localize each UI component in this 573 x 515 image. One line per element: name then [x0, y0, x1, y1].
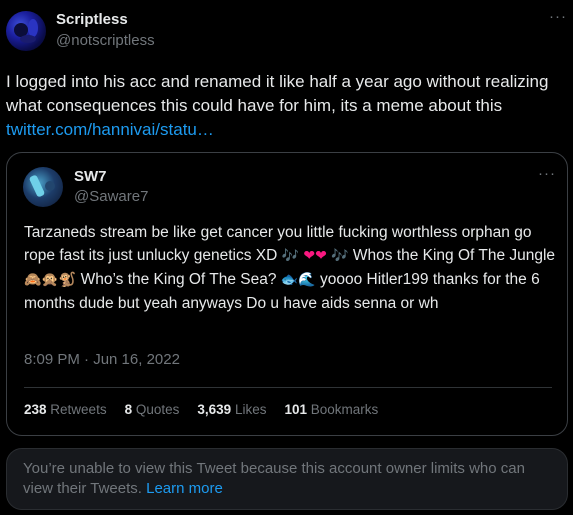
likes-count: 3,639	[197, 402, 232, 417]
avatar-shape	[28, 174, 46, 198]
quote-author-avatar[interactable]	[23, 167, 63, 207]
fish-wave-icon: 🐟🌊	[280, 272, 316, 288]
quote-text-part: Who’s the King Of The Sea?	[76, 271, 281, 288]
likes-stat[interactable]: 3,639 Likes	[197, 402, 266, 417]
quote-text-part: Whos the King Of The Jungle	[348, 247, 556, 264]
avatar-shape	[20, 35, 36, 43]
notice-text: You’re unable to view this Tweet because…	[23, 459, 553, 499]
tweet-body: I logged into his acc and renamed it lik…	[6, 72, 549, 115]
quote-author-name[interactable]: SW7	[74, 168, 107, 185]
quote-timestamp[interactable]: 8:09 PM · Jun 16, 2022	[24, 351, 180, 368]
music-notes-icon: 🎶	[331, 248, 349, 264]
quote-stats: 238 Retweets 8 Quotes 3,639 Likes 101 Bo…	[24, 402, 396, 417]
avatar-shape	[45, 181, 55, 191]
divider	[24, 387, 552, 388]
quoted-tweet[interactable]: SW7 @Saware7 ··· Tarzaneds stream be lik…	[6, 152, 568, 436]
bookmarks-stat[interactable]: 101 Bookmarks	[284, 402, 378, 417]
quotes-stat[interactable]: 8 Quotes	[125, 402, 180, 417]
music-notes-icon: 🎶	[281, 248, 300, 264]
bookmarks-count: 101	[284, 402, 307, 417]
tweet-text: I logged into his acc and renamed it lik…	[6, 70, 566, 142]
more-options-icon[interactable]: ···	[549, 8, 567, 25]
likes-label: Likes	[234, 402, 267, 417]
learn-more-link[interactable]: Learn more	[146, 480, 223, 497]
red-hearts-icon: ❤❤	[303, 248, 327, 264]
quotes-count: 8	[124, 402, 133, 417]
monkeys-icon: 🙈🙊🐒	[24, 272, 77, 288]
quote-author-handle[interactable]: @Saware7	[74, 188, 148, 205]
author-name[interactable]: Scriptless	[56, 11, 128, 28]
retweets-label: Retweets	[50, 402, 107, 417]
tweet-link[interactable]: twitter.com/hannivai/statu…	[6, 120, 214, 139]
retweets-count: 238	[24, 402, 47, 417]
retweets-stat[interactable]: 238 Retweets	[24, 402, 107, 417]
unavailable-tweet-notice: You’re unable to view this Tweet because…	[6, 448, 568, 510]
author-avatar[interactable]	[6, 11, 46, 51]
author-handle[interactable]: @notscriptless	[56, 32, 155, 49]
bookmarks-label: Bookmarks	[310, 402, 379, 417]
notice-message: You’re unable to view this Tweet because…	[23, 460, 525, 497]
quote-more-options-icon[interactable]: ···	[538, 165, 556, 182]
quotes-label: Quotes	[135, 402, 180, 417]
quote-text: Tarzaneds stream be like get cancer you …	[24, 221, 559, 315]
